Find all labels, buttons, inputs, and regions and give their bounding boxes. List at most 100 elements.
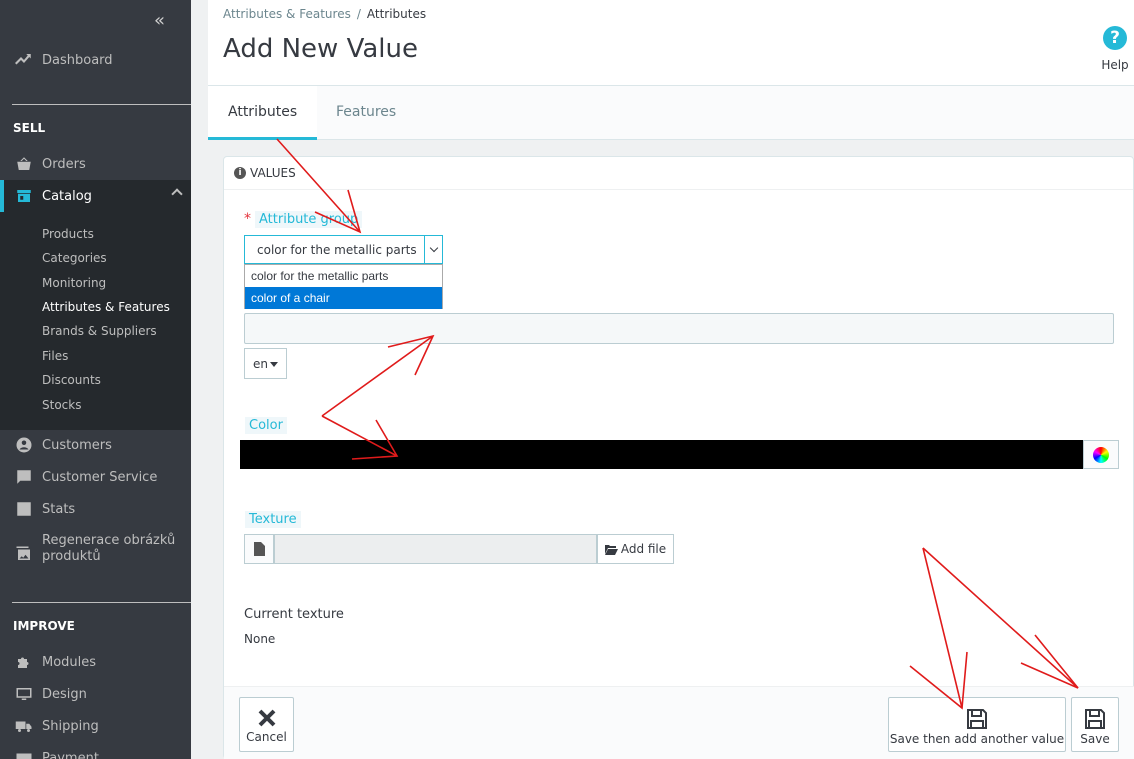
bar-chart-icon [14,500,34,518]
nav-dashboard-label: Dashboard [42,52,113,68]
current-texture-label: Current texture [244,607,344,622]
save-and-add-button[interactable]: Save then add another value [888,697,1066,752]
color-input[interactable] [240,440,1083,469]
panel-heading-text: VALUES [250,166,296,180]
subnav-brands-suppliers[interactable]: Brands & Suppliers [42,324,157,338]
nav-stats-label: Stats [42,501,76,517]
color-picker-button[interactable] [1083,440,1119,469]
nav-shipping-label: Shipping [42,718,99,734]
sidebar: « Dashboard SELL Orders Catalog Products… [0,0,191,759]
color-label: Color [245,417,287,434]
language-select[interactable]: en [244,348,287,379]
dropdown-option[interactable]: color for the metallic parts [245,265,442,287]
nav-image-regen-line2: produktů [42,549,101,564]
help-button[interactable]: ? Help [1100,26,1130,72]
caret-down-icon [270,362,278,367]
truck-icon [14,717,34,735]
attribute-group-label: Attribute group [255,211,363,228]
content-gutter [191,0,208,759]
dropdown-option-selected[interactable]: color of a chair [245,287,442,309]
add-file-label: Add file [620,542,667,556]
value-input[interactable] [244,313,1114,344]
user-icon [14,436,34,454]
basket-icon [14,155,34,173]
page-header: Attributes & Features / Attributes Add New… [208,0,1134,86]
nav-image-regen-line1: Regenerace obrázků [42,533,176,548]
panel-heading: i VALUES [224,157,1133,190]
nav-design[interactable]: Design [0,679,191,709]
nav-customers-label: Customers [42,437,112,453]
nav-shipping[interactable]: Shipping [0,711,191,741]
attribute-group-select[interactable]: color for the metallic parts [244,235,443,264]
nav-payment-label: Payment [42,750,99,759]
nav-payment[interactable]: Payment [0,743,191,759]
help-icon: ? [1103,26,1127,50]
nav-image-regen-label: Regenerace obrázků produktů [42,533,175,565]
subnav-monitoring[interactable]: Monitoring [42,276,106,290]
nav-customer-service[interactable]: Customer Service [0,462,191,492]
nav-modules[interactable]: Modules [0,647,191,677]
nav-orders-label: Orders [42,156,86,172]
save-label: Save [1080,732,1110,746]
payment-icon [14,749,34,759]
monitor-icon [14,685,34,703]
color-wheel-icon [1093,446,1109,463]
tab-features[interactable]: Features [316,86,416,140]
language-value: en [253,357,268,371]
nav-stats[interactable]: Stats [0,494,191,524]
help-label: Help [1101,58,1129,72]
nav-customers[interactable]: Customers [0,430,191,460]
tab-attributes[interactable]: Attributes [208,86,318,140]
info-icon: i [234,167,246,179]
trending-icon [14,51,34,69]
close-icon [258,709,275,727]
save-and-add-label: Save then add another value [889,732,1065,746]
subnav-stocks[interactable]: Stocks [42,398,81,412]
active-indicator [0,180,4,212]
cancel-label: Cancel [246,730,287,744]
chevron-down-icon [424,236,442,263]
subnav-discounts[interactable]: Discounts [42,373,101,387]
subnav-categories[interactable]: Categories [42,251,107,265]
current-texture-value: None [244,632,276,646]
texture-file-field[interactable] [274,534,597,564]
subnav-attributes-features[interactable]: Attributes & Features [42,300,170,314]
improve-section-title: IMPROVE [13,619,75,633]
image-icon [14,545,34,563]
save-button[interactable]: Save [1071,697,1119,752]
sidebar-divider [12,602,191,603]
subnav-products[interactable]: Products [42,227,94,241]
sidebar-divider [12,104,191,105]
collapse-sidebar-icon[interactable]: « [154,10,165,31]
nav-image-regen[interactable]: Regenerace obrázků produktů [0,533,191,573]
chat-icon [14,468,34,486]
cancel-button[interactable]: Cancel [239,697,294,752]
floppy-disk-icon [967,709,987,729]
folder-open-icon [604,544,618,555]
sell-section-title: SELL [13,121,46,135]
nav-customer-service-label: Customer Service [42,469,158,485]
chevron-up-icon [171,188,183,200]
nav-dashboard[interactable]: Dashboard [0,45,191,75]
breadcrumb: Attributes & Features / Attributes [223,7,426,21]
floppy-disk-icon [1085,709,1105,729]
required-marker: * [244,211,251,227]
attribute-group-dropdown: color for the metallic parts color of a … [244,264,443,309]
add-file-button[interactable]: Add file [597,534,674,564]
nav-catalog-label: Catalog [42,188,92,204]
store-icon [14,187,34,205]
breadcrumb-parent[interactable]: Attributes & Features [223,7,351,21]
tab-bar: Attributes Features [208,86,1134,140]
nav-modules-label: Modules [42,654,97,670]
subnav-files[interactable]: Files [42,349,68,363]
puzzle-icon [14,653,34,671]
nav-orders[interactable]: Orders [0,149,191,179]
nav-catalog[interactable]: Catalog [0,180,191,212]
texture-label: Texture [245,511,301,528]
file-icon [244,534,274,564]
attribute-group-value: color for the metallic parts [257,243,417,257]
breadcrumb-separator: / [356,7,361,21]
breadcrumb-current: Attributes [366,7,427,21]
catalog-submenu [0,212,191,430]
page-title: Add New Value [223,34,418,64]
